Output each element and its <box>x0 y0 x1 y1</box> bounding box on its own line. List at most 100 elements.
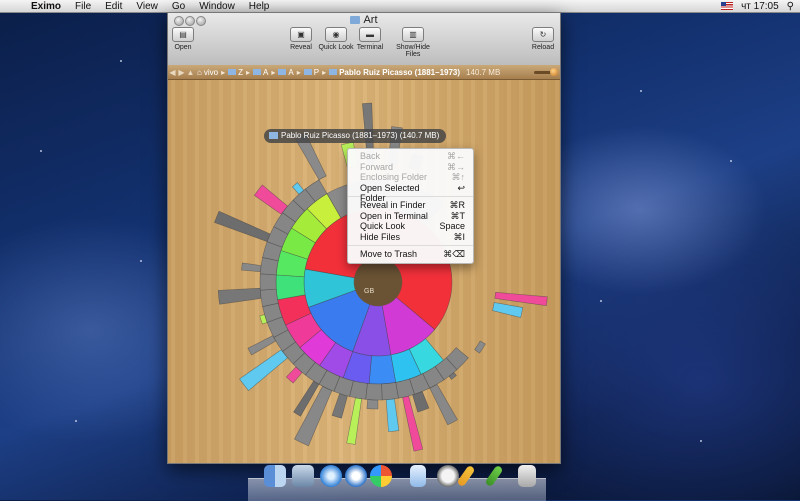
context-menu: Back ⌘← Forward ⌘→ Enclosing Folder ⌘↑ Open… <box>347 148 474 264</box>
menu-file[interactable]: File <box>68 1 98 12</box>
menu-app-name[interactable]: Eximo <box>24 1 68 12</box>
sunburst-spike[interactable] <box>429 383 458 426</box>
menu-item-shortcut: ⌘R <box>449 200 466 210</box>
menu-item-shortcut: ⌘← <box>447 151 465 161</box>
sunburst-spike[interactable] <box>331 393 348 419</box>
sunburst-segment[interactable] <box>381 382 399 401</box>
menubar-clock[interactable]: чт 17:05 <box>741 1 779 12</box>
sunburst-spike[interactable] <box>247 335 277 356</box>
crumb-item[interactable]: Z <box>226 68 245 77</box>
eye-icon: ◉ <box>325 27 347 42</box>
menu-item-move-to-trash[interactable]: Move to Trash ⌘⌫ <box>348 249 473 260</box>
crumb-home-label: vivo <box>203 67 219 77</box>
star <box>640 90 642 92</box>
sunburst-segment[interactable] <box>259 273 277 291</box>
crumb-home[interactable]: ⌂ vivo <box>195 68 220 77</box>
window-title: Art <box>168 14 560 26</box>
sunburst-spike[interactable] <box>241 262 262 273</box>
robot-icon[interactable] <box>437 465 459 487</box>
star <box>700 440 702 442</box>
sunburst-spike[interactable] <box>474 340 486 354</box>
spray-bottle-icon[interactable] <box>410 465 426 487</box>
reveal-icon: ▣ <box>290 27 312 42</box>
show-hide-files-button[interactable]: ▥ Show/Hide Files <box>388 27 438 58</box>
folder-icon <box>278 69 287 75</box>
sunburst-spike[interactable] <box>366 399 379 410</box>
crumb-label: A <box>263 67 269 77</box>
sunburst-spike[interactable] <box>412 391 430 413</box>
path-bar: ◀ ▶ ▲ ⌂ vivo ▸ Z ▸ A ▸ A ▸ P ▸ Pablo Ruiz… <box>168 65 560 80</box>
sunburst-spike[interactable] <box>217 287 262 305</box>
eximo-app-icon[interactable] <box>370 465 392 487</box>
open-label: Open <box>174 44 192 51</box>
menu-item-open-selected-folder[interactable]: Open Selected Folder ↩ <box>348 182 473 204</box>
sunburst-segment[interactable] <box>368 354 397 385</box>
crumb-item[interactable]: P <box>302 68 321 77</box>
quick-look-button[interactable]: ◉ Quick Look <box>318 27 354 51</box>
menu-window[interactable]: Window <box>192 1 242 12</box>
menu-item-label: Move to Trash <box>360 249 418 259</box>
menu-item-reveal-in-finder[interactable]: Reveal in Finder ⌘R <box>348 200 473 211</box>
folder-icon <box>329 69 338 75</box>
menu-item-shortcut: ⌘↑ <box>451 172 466 182</box>
quick-look-label: Quick Look <box>318 44 354 51</box>
menu-item-label: Quick Look <box>360 221 406 231</box>
sunburst-spike[interactable] <box>239 349 289 392</box>
input-source-flag-icon[interactable] <box>721 2 734 10</box>
sunburst-spike[interactable] <box>346 397 362 445</box>
crumb-current[interactable]: Pablo Ruiz Picasso (1881–1973) <box>327 68 462 77</box>
reload-button[interactable]: ↻ Reload <box>530 27 556 51</box>
crumb-item[interactable]: A <box>251 68 270 77</box>
menu-item-shortcut: ⌘I <box>453 231 465 242</box>
sunburst-center[interactable] <box>354 258 402 306</box>
sunburst-segment[interactable] <box>259 288 279 307</box>
folder-icon <box>228 69 237 75</box>
reveal-label: Reveal <box>290 44 312 51</box>
sunburst-spike[interactable] <box>385 398 400 432</box>
itunes-icon[interactable] <box>345 465 367 487</box>
menu-view[interactable]: View <box>129 1 165 12</box>
reveal-button[interactable]: ▣ Reveal <box>288 27 314 51</box>
menu-help[interactable]: Help <box>242 1 277 12</box>
safari-icon[interactable] <box>320 465 342 487</box>
menu-item-open-in-terminal[interactable]: Open in Terminal ⌘T <box>348 211 473 222</box>
menu-item-forward[interactable]: Forward ⌘→ <box>348 162 473 173</box>
window-title-text: Art <box>363 14 378 26</box>
zoom-slider[interactable] <box>534 67 558 76</box>
crumb-label: A <box>288 67 294 77</box>
menu-item-label: Back <box>360 151 381 161</box>
menu-go[interactable]: Go <box>165 1 192 12</box>
menu-item-label: Reveal in Finder <box>360 200 426 210</box>
forward-arrow-icon[interactable]: ▶ <box>177 68 186 77</box>
crumb-item[interactable]: A <box>276 68 295 77</box>
sunburst-spike[interactable] <box>253 184 289 215</box>
up-arrow-icon[interactable]: ▲ <box>186 68 195 77</box>
menu-item-quick-look[interactable]: Quick Look Space <box>348 221 473 232</box>
star <box>600 300 602 302</box>
crumb-current-label: Pablo Ruiz Picasso (1881–1973) <box>339 67 461 77</box>
reload-label: Reload <box>531 44 555 51</box>
menu-item-shortcut: ↩ <box>457 182 465 193</box>
menu-item-shortcut: ⌘⌫ <box>443 249 465 259</box>
folder-icon <box>269 132 278 139</box>
sunburst-spike[interactable] <box>492 302 524 318</box>
back-arrow-icon[interactable]: ◀ <box>168 68 177 77</box>
spotlight-icon[interactable]: ⚲ <box>787 1 794 12</box>
trash-icon[interactable] <box>518 465 536 487</box>
sunburst-spike[interactable] <box>494 291 548 306</box>
folder-icon <box>350 16 361 24</box>
open-button[interactable]: ▤ Open <box>172 27 194 51</box>
terminal-button[interactable]: ▬ Terminal <box>355 27 385 51</box>
preview-icon[interactable] <box>292 465 314 487</box>
sunburst-segment[interactable] <box>365 383 383 401</box>
star <box>730 160 732 162</box>
sunburst-spike[interactable] <box>214 210 271 243</box>
menu-item-back[interactable]: Back ⌘← <box>348 151 473 162</box>
menu-item-hide-files[interactable]: Hide Files ⌘I <box>348 232 473 243</box>
menu-edit[interactable]: Edit <box>98 1 129 12</box>
finder-icon[interactable] <box>264 465 286 487</box>
show-hide-label: Show/Hide Files <box>396 44 430 58</box>
crumb-label: P <box>313 67 320 77</box>
menu-item-enclosing-folder[interactable]: Enclosing Folder ⌘↑ <box>348 172 473 183</box>
star <box>140 260 142 262</box>
